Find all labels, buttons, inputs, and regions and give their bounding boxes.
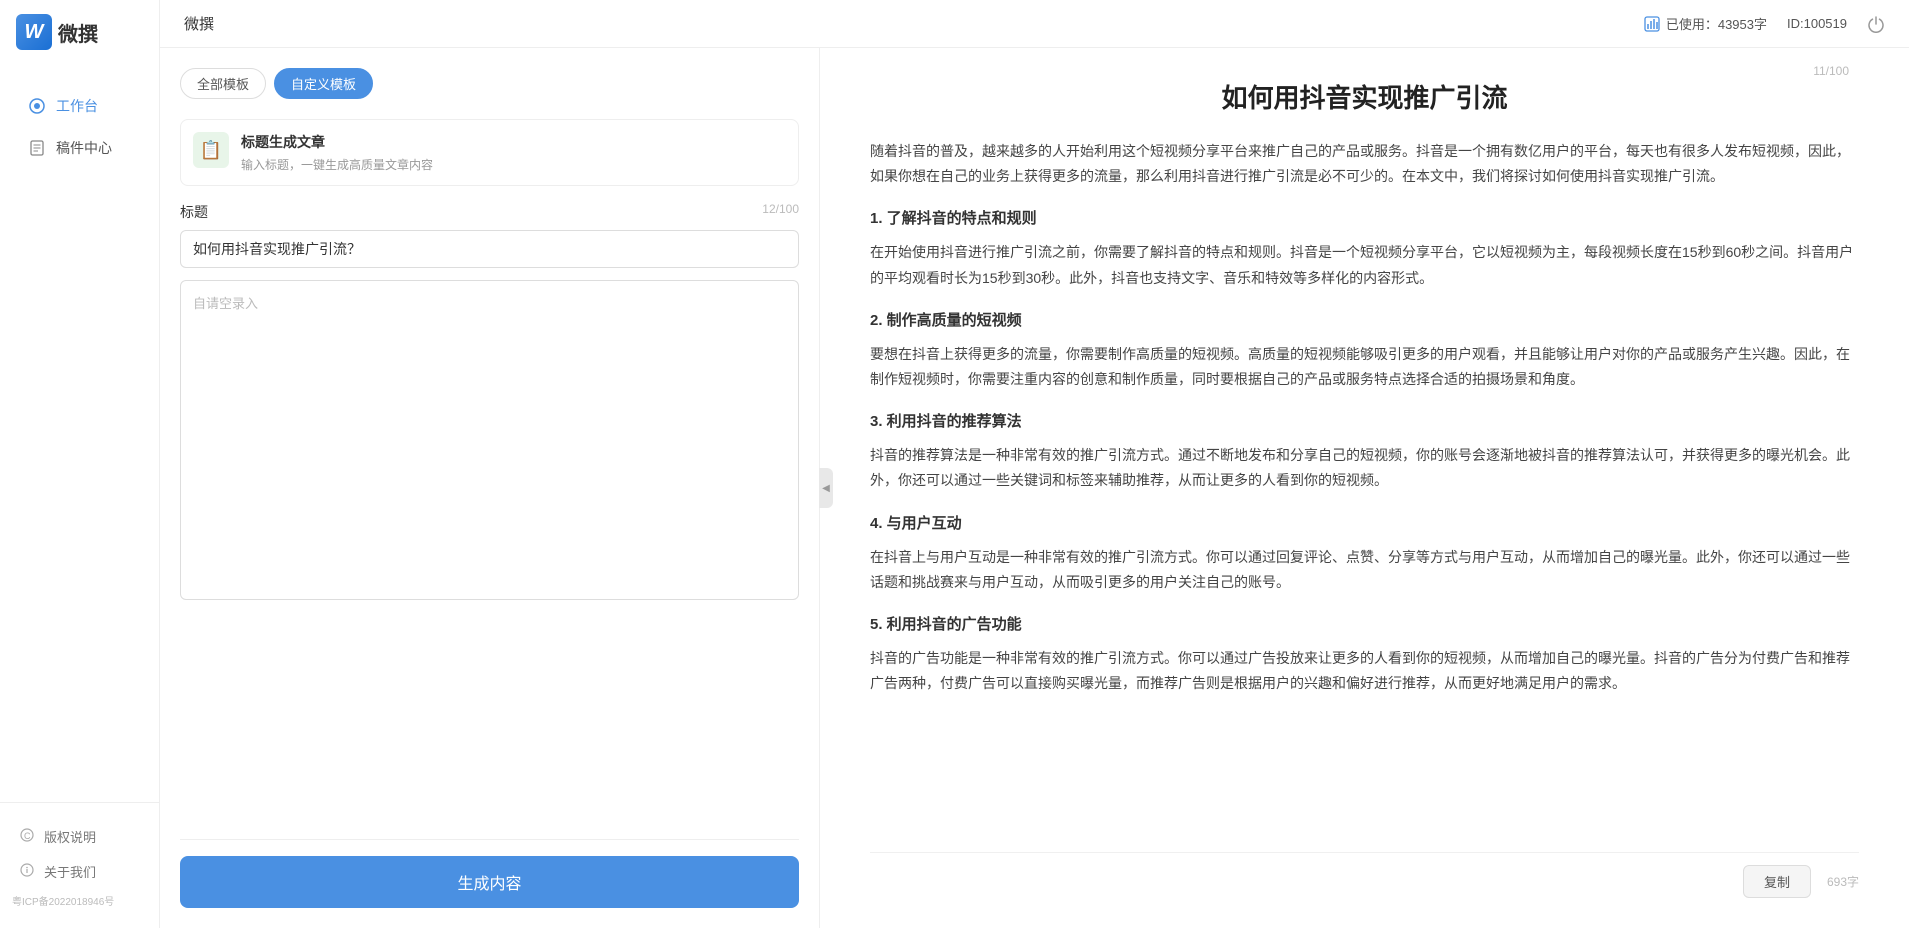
article-heading-1: 1. 了解抖音的特点和规则 xyxy=(870,205,1859,232)
collapse-handle[interactable]: ◀ xyxy=(819,468,833,508)
topbar: 微撰 已使用：43953字 ID:100519 xyxy=(160,0,1909,48)
power-button[interactable] xyxy=(1867,15,1885,33)
form-label-count: 12/100 xyxy=(762,202,799,222)
textarea-placeholder-text: 自请空录入 xyxy=(193,293,258,312)
logo-text: 微撰 xyxy=(58,18,98,47)
article-para-2: 要想在抖音上获得更多的流量，你需要制作高质量的短视频。高质量的短视频能够吸引更多… xyxy=(870,342,1859,392)
sidebar-workbench-label: 工作台 xyxy=(56,96,98,116)
sidebar-item-drafts[interactable]: 稿件中心 xyxy=(8,128,151,168)
article-heading-3: 3. 利用抖音的推荐算法 xyxy=(870,408,1859,435)
article-footer: 复制 693字 xyxy=(870,852,1859,898)
tab-all-templates[interactable]: 全部模板 xyxy=(180,68,266,99)
sidebar: W 微撰 工作台 稿件中心 xyxy=(0,0,160,928)
template-card-desc: 输入标题，一键生成高质量文章内容 xyxy=(241,156,433,173)
form-label-row: 标题 12/100 xyxy=(180,202,799,222)
article-para-5: 抖音的广告功能是一种非常有效的推广引流方式。你可以通过广告投放来让更多的人看到你… xyxy=(870,646,1859,696)
icp-text: 粤ICP备2022018946号 xyxy=(0,889,159,912)
template-card-title: 标题生成文章 xyxy=(241,132,433,152)
svg-text:C: C xyxy=(24,831,31,841)
topbar-right: 已使用：43953字 ID:100519 xyxy=(1644,14,1885,33)
workbench-icon xyxy=(28,97,46,115)
sidebar-footer: C 版权说明 关于我们 粤ICP备2022018946号 xyxy=(0,802,159,928)
about-label: 关于我们 xyxy=(44,862,96,881)
article-para-4: 在抖音上与用户互动是一种非常有效的推广引流方式。你可以通过回复评论、点赞、分享等… xyxy=(870,545,1859,595)
sidebar-item-copyright[interactable]: C 版权说明 xyxy=(0,819,159,854)
sidebar-drafts-label: 稿件中心 xyxy=(56,138,112,158)
usage-icon xyxy=(1644,16,1660,32)
article-body: 随着抖音的普及，越来越多的人开始利用这个短视频分享平台来推广自己的产品或服务。抖… xyxy=(870,139,1859,844)
topbar-title: 微撰 xyxy=(184,13,214,34)
divider xyxy=(180,839,799,840)
word-count: 693字 xyxy=(1827,873,1859,890)
article-heading-4: 4. 与用户互动 xyxy=(870,510,1859,537)
copyright-icon: C xyxy=(20,828,34,845)
filter-tabs: 全部模板 自定义模板 xyxy=(180,68,799,99)
title-input[interactable] xyxy=(180,230,799,268)
form-section: 标题 12/100 自请空录入 xyxy=(180,202,799,823)
extra-input-area[interactable]: 自请空录入 xyxy=(180,280,799,600)
template-card-icon: 📋 xyxy=(193,132,229,168)
article-para-1: 在开始使用抖音进行推广引流之前，你需要了解抖音的特点和规则。抖音是一个短视频分享… xyxy=(870,240,1859,290)
form-label-text: 标题 xyxy=(180,202,208,222)
copy-button[interactable]: 复制 xyxy=(1743,865,1811,898)
about-icon xyxy=(20,863,34,880)
content-area: ◀ 全部模板 自定义模板 📋 标题生成文章 输入标题，一键生成高质量文章内容 标… xyxy=(160,48,1909,928)
main-area: 微撰 已使用：43953字 ID:100519 xyxy=(160,0,1909,928)
template-card[interactable]: 📋 标题生成文章 输入标题，一键生成高质量文章内容 xyxy=(180,119,799,186)
drafts-icon xyxy=(28,139,46,157)
article-para-3: 抖音的推荐算法是一种非常有效的推广引流方式。通过不断地发布和分享自己的短视频，你… xyxy=(870,443,1859,493)
topbar-id: ID:100519 xyxy=(1787,16,1847,31)
tab-custom-templates[interactable]: 自定义模板 xyxy=(274,68,373,99)
article-title: 如何用抖音实现推广引流 xyxy=(870,78,1859,115)
sidebar-nav: 工作台 稿件中心 xyxy=(0,64,159,802)
article-heading-5: 5. 利用抖音的广告功能 xyxy=(870,611,1859,638)
right-panel: 11/100 如何用抖音实现推广引流 随着抖音的普及，越来越多的人开始利用这个短… xyxy=(820,48,1909,928)
topbar-usage: 已使用：43953字 xyxy=(1644,14,1767,33)
page-count: 11/100 xyxy=(1813,64,1849,78)
usage-text: 已使用：43953字 xyxy=(1666,14,1767,33)
copyright-label: 版权说明 xyxy=(44,827,96,846)
left-panel: ◀ 全部模板 自定义模板 📋 标题生成文章 输入标题，一键生成高质量文章内容 标… xyxy=(160,48,820,928)
logo-icon: W xyxy=(16,14,52,50)
article-intro: 随着抖音的普及，越来越多的人开始利用这个短视频分享平台来推广自己的产品或服务。抖… xyxy=(870,139,1859,189)
sidebar-item-about[interactable]: 关于我们 xyxy=(0,854,159,889)
article-heading-2: 2. 制作高质量的短视频 xyxy=(870,307,1859,334)
logo-area: W 微撰 xyxy=(0,0,159,64)
template-card-info: 标题生成文章 输入标题，一键生成高质量文章内容 xyxy=(241,132,433,173)
sidebar-item-workbench[interactable]: 工作台 xyxy=(8,86,151,126)
generate-button[interactable]: 生成内容 xyxy=(180,856,799,908)
